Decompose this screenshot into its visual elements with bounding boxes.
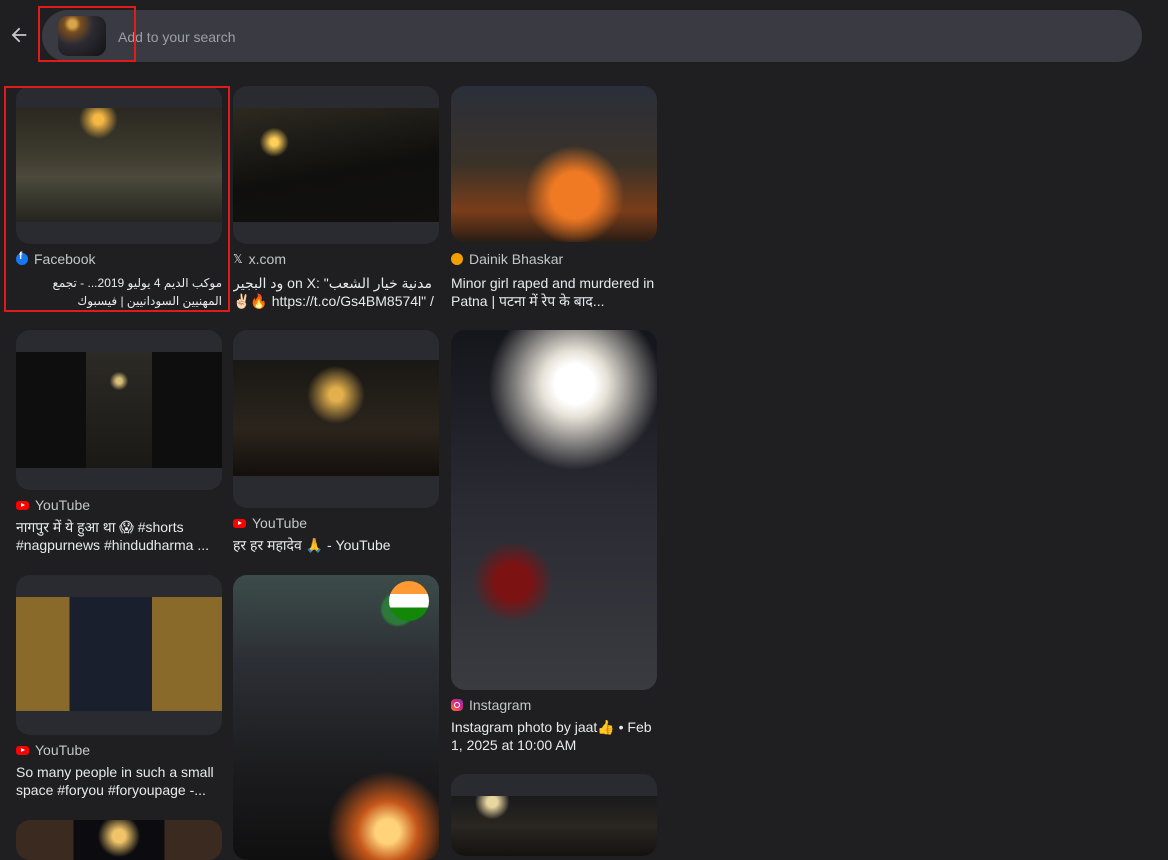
result-image-frame[interactable] xyxy=(16,820,222,860)
result-image-inner xyxy=(86,352,152,468)
source-name: Instagram xyxy=(469,697,532,713)
result-image-frame[interactable] xyxy=(16,575,222,735)
result-source[interactable]: YouTube xyxy=(233,514,307,532)
result-title[interactable]: So many people in such a small space #fo… xyxy=(16,763,222,799)
youtube-icon xyxy=(16,745,29,755)
result-image[interactable] xyxy=(16,820,222,860)
result-title[interactable]: नागपुर में ये हुआ था 😱 #shorts #nagpurne… xyxy=(16,518,222,554)
youtube-icon xyxy=(16,500,29,510)
result-source[interactable]: 𝕏 x.com xyxy=(233,250,286,268)
result-image[interactable] xyxy=(233,108,439,222)
result-image-frame[interactable] xyxy=(16,330,222,490)
source-name: Facebook xyxy=(34,251,96,267)
result-image-frame[interactable] xyxy=(16,86,222,244)
result-image[interactable] xyxy=(451,330,657,690)
result-image[interactable] xyxy=(16,352,222,468)
result-image-frame[interactable] xyxy=(233,86,439,244)
source-name: YouTube xyxy=(35,497,91,513)
back-arrow-icon[interactable] xyxy=(8,24,30,46)
result-image-frame[interactable] xyxy=(451,86,657,242)
result-image-frame[interactable] xyxy=(451,330,657,690)
result-source[interactable]: Instagram xyxy=(451,696,531,714)
flag-badge-icon xyxy=(389,581,429,621)
result-title[interactable]: ود البجير on X: "مدنية خيار الشعب ✌🏻🔥 ht… xyxy=(233,274,439,310)
result-image[interactable] xyxy=(233,360,439,476)
facebook-icon xyxy=(16,251,28,265)
result-source[interactable]: YouTube xyxy=(16,741,90,759)
instagram-icon xyxy=(451,699,463,711)
result-source[interactable]: Dainik Bhaskar xyxy=(451,250,563,268)
result-image[interactable] xyxy=(16,108,222,222)
youtube-icon xyxy=(233,518,246,528)
search-bar[interactable] xyxy=(42,10,1142,62)
source-name: YouTube xyxy=(35,742,91,758)
thumbnail-highlight-box xyxy=(38,6,136,62)
result-title[interactable]: हर हर महादेव 🙏 - YouTube xyxy=(233,536,439,554)
result-image-frame[interactable] xyxy=(233,330,439,508)
result-title[interactable]: Instagram photo by jaat👍 • Feb 1, 2025 a… xyxy=(451,718,657,754)
result-image[interactable] xyxy=(451,86,657,242)
result-image[interactable] xyxy=(16,597,222,711)
result-image-frame[interactable] xyxy=(233,575,439,860)
result-title[interactable]: موكب الديم 4 يوليو 2019... - تجمع المهني… xyxy=(16,274,222,310)
result-title[interactable]: Minor girl raped and murdered in Patna |… xyxy=(451,274,657,310)
result-image[interactable] xyxy=(451,796,657,856)
source-name: Dainik Bhaskar xyxy=(469,251,564,267)
dainik-bhaskar-icon xyxy=(451,253,463,265)
result-source[interactable]: Facebook xyxy=(16,250,95,268)
search-input[interactable] xyxy=(116,18,1100,56)
result-source[interactable]: YouTube xyxy=(16,496,90,514)
x-logo-icon: 𝕏 xyxy=(233,252,243,266)
source-name: YouTube xyxy=(252,515,308,531)
source-name: x.com xyxy=(248,251,287,267)
result-image-frame[interactable] xyxy=(451,774,657,856)
